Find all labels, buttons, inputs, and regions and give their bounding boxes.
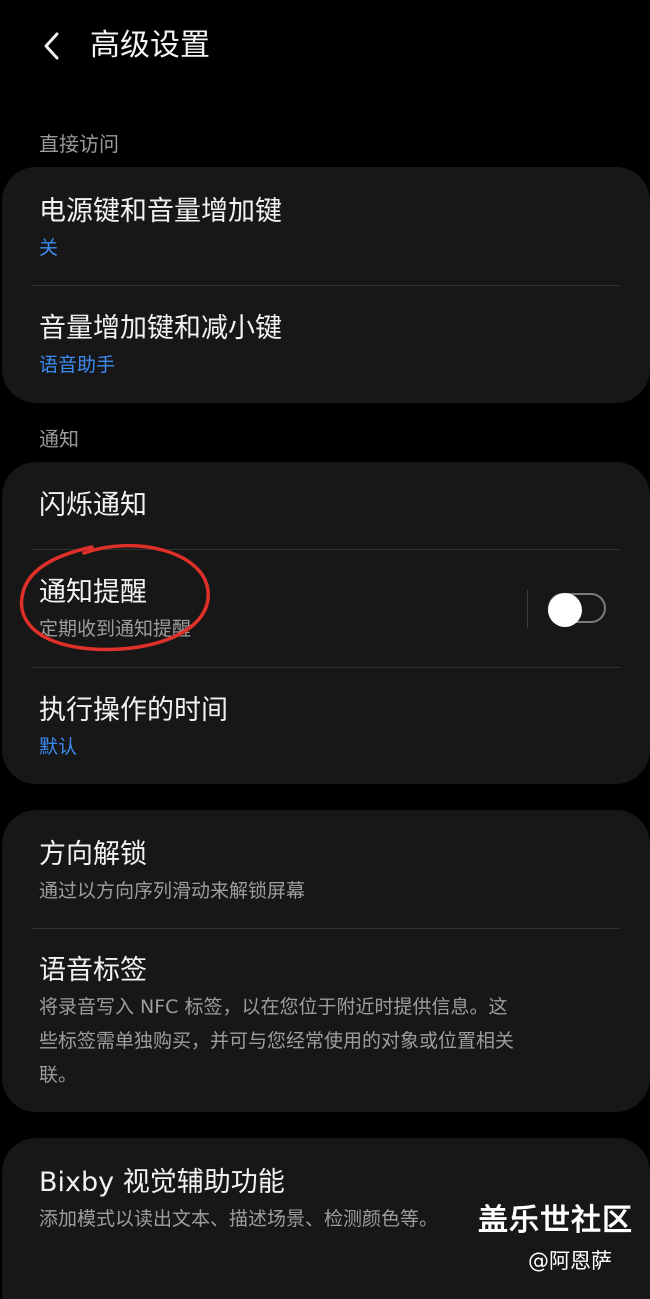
row-title: 方向解锁 [39, 839, 147, 870]
page-title: 高级设置 [90, 28, 210, 63]
section-label-direct-access: 直接访问 [39, 132, 119, 156]
row-direction-unlock[interactable]: 方向解锁 通过以方向序列滑动来解锁屏幕 [2, 810, 650, 928]
row-value: 语音助手 [39, 354, 116, 376]
chevron-left-icon [44, 32, 59, 60]
row-value: 默认 [39, 736, 78, 758]
row-value: 关 [39, 237, 59, 259]
watermark-user: @阿恩萨 [528, 1249, 612, 1273]
card-misc: 方向解锁 通过以方向序列滑动来解锁屏幕 语音标签 将录音写入 NFC 标签，以在… [2, 810, 650, 1112]
header: 高级设置 [0, 0, 650, 92]
notification-reminder-toggle[interactable] [548, 593, 606, 627]
row-subtitle: 通过以方向序列滑动来解锁屏幕 [39, 880, 306, 902]
row-subtitle: 添加模式以读出文本、描述场景、检测颜色等。 [39, 1208, 439, 1230]
row-flash-notification[interactable]: 闪烁通知 [2, 462, 650, 549]
card-direct-access: 电源键和音量增加键 关 音量增加键和减小键 语音助手 [2, 167, 650, 403]
back-button[interactable] [30, 22, 74, 70]
card-notifications: 闪烁通知 通知提醒 定期收到通知提醒 执行操作的时间 默认 [2, 462, 650, 784]
row-voice-label[interactable]: 语音标签 将录音写入 NFC 标签，以在您位于附近时提供信息。这 些标签需单独购… [2, 929, 650, 1112]
row-subtitle-line-2: 些标签需单独购买，并可与您经常使用的对象或位置相关 [39, 1030, 515, 1052]
toggle-knob [548, 593, 582, 627]
row-title: 电源键和音量增加键 [39, 196, 282, 227]
row-notification-reminder[interactable]: 通知提醒 定期收到通知提醒 [2, 550, 650, 667]
row-title: Bixby 视觉辅助功能 [39, 1167, 285, 1198]
row-power-volume-up[interactable]: 电源键和音量增加键 关 [2, 167, 650, 285]
row-subtitle: 定期收到通知提醒 [39, 618, 192, 640]
section-label-notifications: 通知 [39, 427, 79, 451]
row-volume-up-down[interactable]: 音量增加键和减小键 语音助手 [2, 286, 650, 403]
row-title: 通知提醒 [39, 577, 147, 608]
row-title: 执行操作的时间 [39, 695, 228, 726]
row-title: 语音标签 [39, 955, 147, 986]
row-subtitle-line-1: 将录音写入 NFC 标签，以在您位于附近时提供信息。这 [39, 996, 508, 1018]
row-title: 音量增加键和减小键 [39, 313, 282, 344]
row-action-time[interactable]: 执行操作的时间 默认 [2, 668, 650, 784]
toggle-separator [527, 590, 528, 628]
row-subtitle-line-3: 联。 [39, 1064, 78, 1086]
watermark-brand: 盖乐世社区 [478, 1203, 633, 1238]
row-title: 闪烁通知 [39, 490, 147, 521]
